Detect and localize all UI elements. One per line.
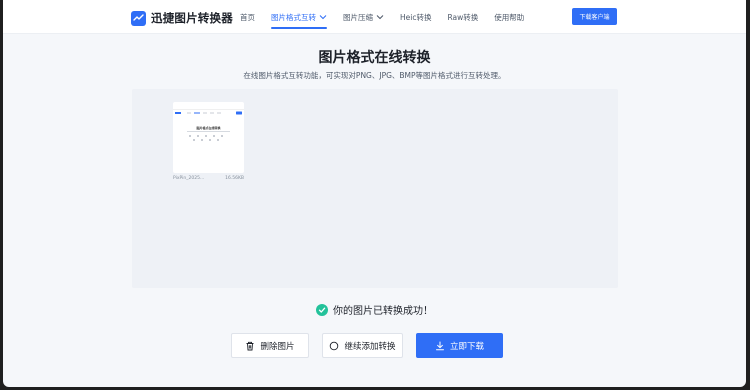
file-size: 16.56KB [225, 176, 244, 181]
thumbnail-header-graphic [175, 111, 242, 115]
file-thumbnail[interactable]: 图片格式在线转换 [173, 102, 244, 173]
logo-icon [131, 10, 146, 26]
download-client-button[interactable]: 下载客户端 [572, 8, 617, 25]
top-navbar: 迅捷图片转换器 首页 图片格式互转 图片压缩 Heic转换 Raw转换 使用帮助… [3, 0, 746, 34]
nav-item-home[interactable]: 首页 [240, 0, 255, 34]
nav-item-label: 使用帮助 [494, 12, 525, 22]
nav-item-label: Raw转换 [447, 12, 479, 22]
thumbnail-header [173, 102, 244, 115]
delete-image-label: 删除图片 [260, 341, 295, 352]
nav-item-label: Heic转换 [400, 12, 432, 22]
continue-add-label: 继续添加转换 [344, 341, 396, 352]
nav-item-help[interactable]: 使用帮助 [494, 0, 524, 34]
chevron-down-icon [376, 15, 384, 20]
app-name: 迅捷图片转换器 [151, 11, 233, 25]
nav-item-compress[interactable]: 图片压缩 [343, 0, 384, 34]
success-text: 你的图片已转换成功！ [333, 306, 433, 317]
nav-item-label: 首页 [240, 12, 255, 22]
download-now-label: 立即下载 [449, 341, 484, 352]
page-subtitle: 在线图片格式互转功能，可实现对PNG、JPG、BMP等图片格式进行互转处理。 [243, 71, 506, 80]
circle-icon [329, 341, 339, 351]
trash-icon [245, 341, 255, 351]
nav-item-heic[interactable]: Heic转换 [400, 0, 431, 34]
download-now-button[interactable]: 立即下载 [416, 333, 503, 358]
chevron-down-icon [319, 15, 327, 20]
main-nav: 首页 图片格式互转 图片压缩 Heic转换 Raw转换 使用帮助 [240, 0, 540, 34]
success-message: 你的图片已转换成功！ [3, 302, 746, 317]
nav-item-label: 图片格式互转 [271, 12, 316, 22]
logo[interactable]: 迅捷图片转换器 [131, 10, 233, 26]
check-circle-icon [316, 303, 328, 316]
delete-image-button[interactable]: 删除图片 [231, 333, 309, 358]
download-icon [435, 341, 445, 351]
app-window: 迅捷图片转换器 首页 图片格式互转 图片压缩 Heic转换 Raw转换 使用帮助… [3, 0, 746, 387]
file-name: PixPin_2025... [173, 176, 205, 181]
continue-add-button[interactable]: 继续添加转换 [322, 333, 403, 358]
file-list-panel: 图片格式在线转换 PixPin_2025... 16.56KB [132, 89, 618, 288]
nav-item-label: 图片压缩 [343, 12, 373, 22]
thumbnail-preview-graphic [187, 131, 230, 141]
nav-item-format-convert[interactable]: 图片格式互转 [271, 0, 327, 34]
page-title: 图片格式在线转换 [318, 50, 431, 66]
nav-item-raw[interactable]: Raw转换 [447, 0, 478, 34]
